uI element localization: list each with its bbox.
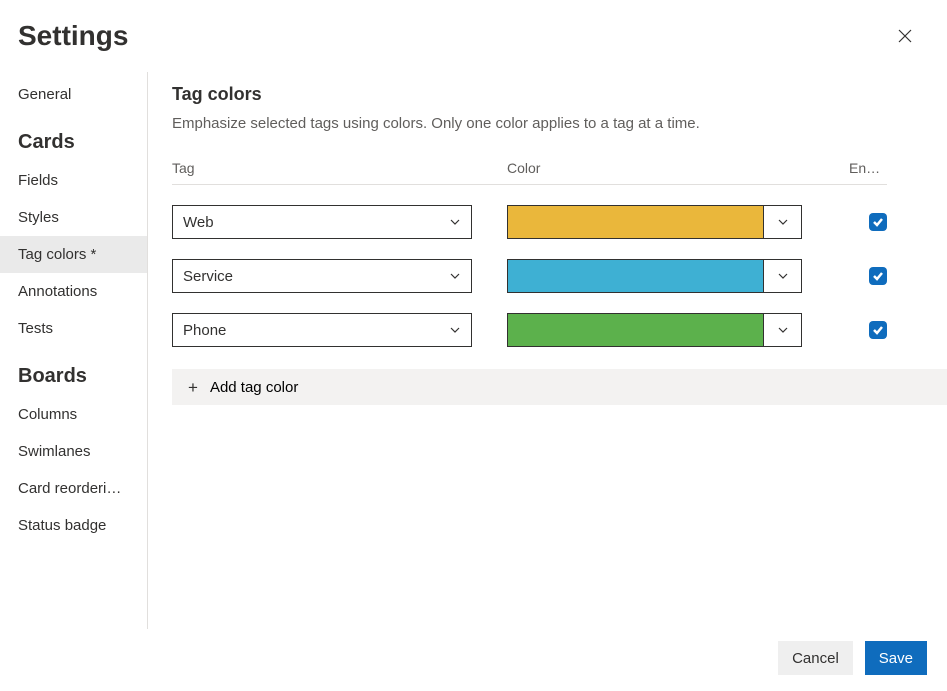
color-select-toggle[interactable] (763, 260, 801, 292)
tag-select[interactable]: Phone (172, 313, 472, 347)
dialog-body: General Cards Fields Styles Tag colors *… (0, 52, 947, 629)
page-title: Settings (18, 20, 128, 52)
sidebar-item-tests[interactable]: Tests (0, 310, 147, 347)
dialog-footer: Cancel Save (0, 629, 947, 691)
color-swatch (508, 206, 763, 238)
sidebar-item-styles[interactable]: Styles (0, 199, 147, 236)
cancel-button[interactable]: Cancel (778, 641, 853, 675)
enabled-checkbox[interactable] (869, 213, 887, 231)
settings-dialog: Settings General Cards Fields Styles Tag… (0, 0, 947, 691)
col-header-enabled: Ena… (849, 160, 887, 176)
color-select[interactable] (507, 259, 802, 293)
close-icon (897, 28, 913, 44)
add-tag-color-button[interactable]: + Add tag color (172, 369, 947, 405)
sidebar-item-annotations[interactable]: Annotations (0, 273, 147, 310)
add-tag-color-label: Add tag color (210, 379, 298, 396)
color-swatch (508, 314, 763, 346)
chevron-down-icon (777, 270, 789, 282)
sidebar-item-columns[interactable]: Columns (0, 396, 147, 433)
chevron-down-icon (777, 216, 789, 228)
panel-title: Tag colors (172, 84, 947, 105)
enabled-checkbox[interactable] (869, 321, 887, 339)
color-swatch (508, 260, 763, 292)
sidebar-item-tag-colors[interactable]: Tag colors * (0, 236, 147, 273)
chevron-down-icon (449, 270, 461, 282)
sidebar-item-swimlanes[interactable]: Swimlanes (0, 433, 147, 470)
sidebar-item-general[interactable]: General (0, 80, 147, 113)
table-row: Service (172, 259, 947, 293)
tag-select-value: Web (183, 214, 214, 231)
col-header-color: Color (507, 160, 807, 176)
sidebar-section-boards: Boards (0, 347, 147, 396)
save-button[interactable]: Save (865, 641, 927, 675)
chevron-down-icon (449, 324, 461, 336)
color-select[interactable] (507, 313, 802, 347)
table-row: Web (172, 205, 947, 239)
dialog-header: Settings (0, 0, 947, 52)
color-select[interactable] (507, 205, 802, 239)
table-row: Phone (172, 313, 947, 347)
color-select-toggle[interactable] (763, 206, 801, 238)
table-header: Tag Color Ena… (172, 160, 947, 176)
panel-subtitle: Emphasize selected tags using colors. On… (172, 115, 947, 132)
tag-color-rows: Web Service Phone (172, 185, 947, 347)
col-header-tag: Tag (172, 160, 507, 176)
plus-icon: + (188, 379, 198, 396)
sidebar: General Cards Fields Styles Tag colors *… (0, 72, 148, 629)
enabled-checkbox[interactable] (869, 267, 887, 285)
chevron-down-icon (777, 324, 789, 336)
close-button[interactable] (891, 22, 919, 50)
tag-select[interactable]: Service (172, 259, 472, 293)
tag-select-value: Phone (183, 322, 226, 339)
tag-select[interactable]: Web (172, 205, 472, 239)
sidebar-item-status-badge[interactable]: Status badge (0, 507, 147, 544)
tag-select-value: Service (183, 268, 233, 285)
chevron-down-icon (449, 216, 461, 228)
color-select-toggle[interactable] (763, 314, 801, 346)
sidebar-item-fields[interactable]: Fields (0, 162, 147, 199)
sidebar-section-cards: Cards (0, 113, 147, 162)
main-panel: Tag colors Emphasize selected tags using… (148, 72, 947, 629)
sidebar-item-card-reordering[interactable]: Card reorderi… (0, 470, 147, 507)
